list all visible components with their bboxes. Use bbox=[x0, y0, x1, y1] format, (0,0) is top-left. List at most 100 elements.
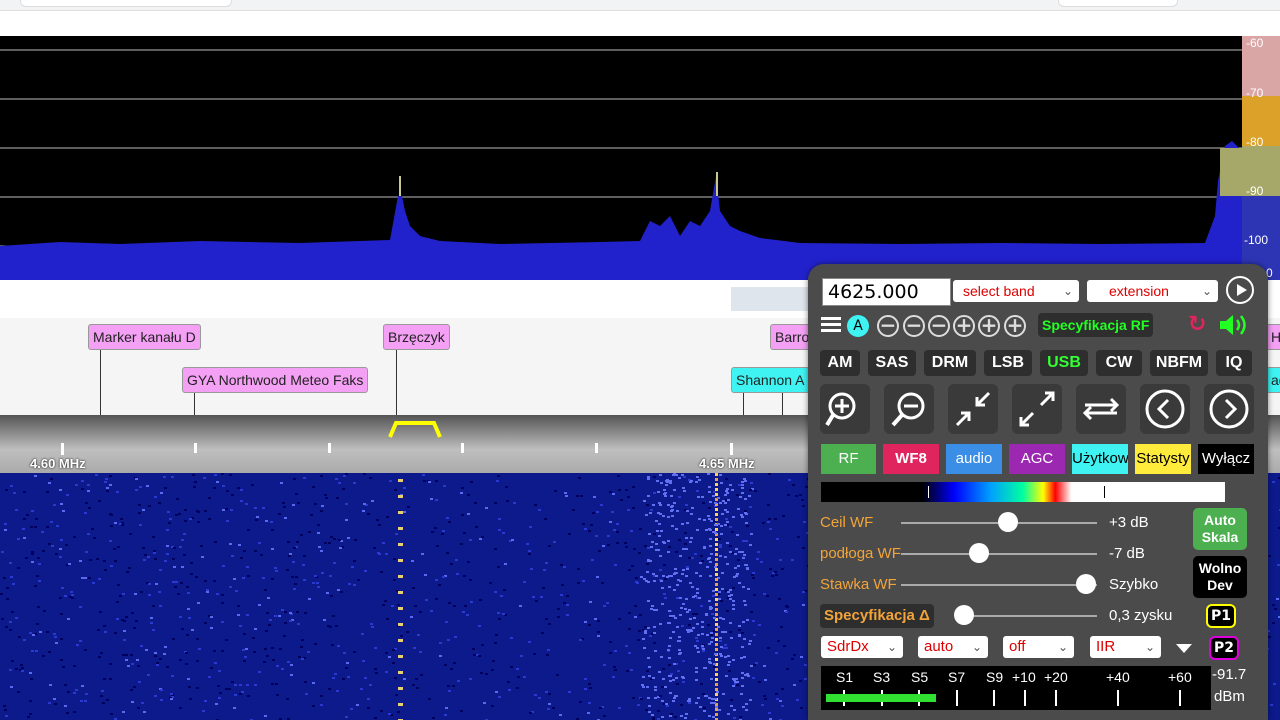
zoom-max-in-button[interactable] bbox=[948, 384, 998, 434]
mode-am[interactable]: AM bbox=[820, 350, 860, 376]
marker-label[interactable]: H bbox=[1266, 324, 1280, 350]
mode-iq[interactable]: IQ bbox=[1216, 350, 1252, 376]
floor-wf-slider-thumb[interactable] bbox=[969, 543, 989, 563]
waterfall-pixel bbox=[282, 502, 285, 504]
spec-delta-slider-thumb[interactable] bbox=[954, 605, 974, 625]
page-right-button[interactable] bbox=[1204, 384, 1254, 434]
tab-stats[interactable]: Statysty bbox=[1135, 444, 1191, 474]
tab-audio[interactable]: audio bbox=[946, 444, 1002, 474]
extension-dropdown[interactable]: extension ⌄ bbox=[1087, 280, 1218, 302]
iir-select[interactable]: IIR ⌄ bbox=[1090, 636, 1161, 658]
waterfall-pixel bbox=[295, 576, 298, 578]
slow-dev-button[interactable]: Wolno Dev bbox=[1193, 556, 1247, 598]
dbm-unit: dBm bbox=[1214, 688, 1245, 705]
auto-select[interactable]: auto ⌄ bbox=[918, 636, 988, 658]
spectrum-rf-button[interactable]: Specyfikacja RF bbox=[1038, 313, 1154, 337]
mode-drm[interactable]: DRM bbox=[924, 350, 976, 376]
marker-label[interactable]: Marker kanału D bbox=[88, 324, 201, 350]
zoom-plus-icon[interactable]: + bbox=[953, 315, 975, 337]
zoom-band-button[interactable] bbox=[1076, 384, 1126, 434]
zoom-out-button[interactable] bbox=[884, 384, 934, 434]
menu-icon[interactable] bbox=[821, 317, 841, 333]
off-select[interactable]: off ⌄ bbox=[1003, 636, 1074, 658]
tab-rf[interactable]: RF bbox=[821, 444, 876, 474]
waterfall-pixel bbox=[156, 662, 159, 664]
rate-wf-slider-thumb[interactable] bbox=[1076, 574, 1096, 594]
waterfall-pixel bbox=[430, 498, 433, 500]
waterfall-pixel bbox=[382, 542, 385, 544]
passband-indicator[interactable] bbox=[386, 417, 446, 441]
waterfall-pixel bbox=[792, 484, 795, 486]
waterfall-pixel bbox=[714, 698, 717, 700]
waterfall-pixel bbox=[456, 573, 459, 575]
spec-delta-slider[interactable] bbox=[958, 615, 1097, 617]
marker-label[interactable]: GYA Northwood Meteo Faks bbox=[182, 367, 369, 393]
waterfall-pixel bbox=[764, 698, 767, 700]
floor-wf-slider[interactable] bbox=[901, 553, 1097, 555]
tab-off[interactable]: Wyłącz bbox=[1198, 444, 1254, 474]
waterfall-pixel bbox=[278, 615, 281, 617]
spectrum-display[interactable]: -60 -70 -80 -90 -100 0 bbox=[0, 36, 1280, 280]
preset-p1-button[interactable]: P1 bbox=[1206, 604, 1236, 628]
waterfall-pixel bbox=[67, 691, 70, 693]
auto-scale-button[interactable]: Auto Skala bbox=[1193, 508, 1247, 550]
marker-label[interactable]: ad bbox=[1266, 367, 1280, 393]
waterfall-pixel bbox=[620, 499, 623, 501]
mode-cw[interactable]: CW bbox=[1096, 350, 1142, 376]
waterfall-pixel bbox=[143, 559, 146, 561]
spec-delta-button[interactable]: Specyfikacja Δ bbox=[820, 604, 934, 628]
iir-select-value: IIR bbox=[1096, 638, 1116, 655]
waterfall-pixel bbox=[216, 593, 219, 595]
caret-down-icon[interactable] bbox=[1176, 644, 1192, 653]
tab-agc[interactable]: AGC bbox=[1009, 444, 1065, 474]
tab-wf[interactable]: WF8 bbox=[883, 444, 939, 474]
rate-wf-slider[interactable] bbox=[901, 584, 1097, 586]
ceil-wf-slider-thumb[interactable] bbox=[998, 512, 1018, 532]
waterfall-pixel bbox=[662, 678, 665, 680]
waterfall-pixel bbox=[18, 636, 21, 638]
marker-label[interactable]: Brzęczyk bbox=[383, 324, 450, 350]
zoom-plus-icon[interactable]: + bbox=[1004, 315, 1026, 337]
tab-users[interactable]: Użytkow bbox=[1072, 444, 1128, 474]
speaker-icon[interactable] bbox=[1218, 312, 1252, 338]
waterfall-pixel bbox=[707, 515, 710, 517]
preset-p2-button[interactable]: P2 bbox=[1209, 636, 1239, 660]
waterfall-pixel bbox=[802, 604, 805, 606]
waterfall-pixel bbox=[782, 515, 785, 517]
waterfall-pixel bbox=[154, 652, 157, 654]
waterfall-pixel bbox=[131, 701, 134, 703]
zoom-minus-icon[interactable]: − bbox=[903, 315, 925, 337]
zoom-plus-icon[interactable]: + bbox=[978, 315, 1000, 337]
waterfall-pixel bbox=[158, 591, 161, 593]
browser-tab[interactable] bbox=[1058, 0, 1178, 7]
zoom-max-out-button[interactable] bbox=[1012, 384, 1062, 434]
waterfall-pixel bbox=[715, 706, 718, 708]
waterfall-pixel bbox=[693, 617, 696, 619]
waterfall-pixel bbox=[4, 523, 7, 525]
page-left-button[interactable] bbox=[1140, 384, 1190, 434]
waterfall-pixel bbox=[392, 649, 395, 651]
zoom-minus-icon[interactable]: − bbox=[877, 315, 899, 337]
marker-label[interactable]: Shannon A bbox=[731, 367, 810, 393]
play-icon[interactable] bbox=[1226, 276, 1254, 304]
waterfall-pixel bbox=[645, 709, 648, 711]
mode-lsb[interactable]: LSB bbox=[984, 350, 1032, 376]
waterfall-pixel bbox=[736, 573, 739, 575]
mode-nbfm[interactable]: NBFM bbox=[1150, 350, 1208, 376]
mode-sas[interactable]: SAS bbox=[868, 350, 916, 376]
waterfall-pixel bbox=[1272, 481, 1275, 483]
waterfall-pixel bbox=[89, 559, 92, 561]
waterfall-pixel bbox=[710, 553, 713, 555]
sdrdx-select[interactable]: SdrDx ⌄ bbox=[821, 636, 903, 658]
zoom-in-button[interactable] bbox=[820, 384, 870, 434]
vfo-a-badge[interactable]: A bbox=[847, 315, 869, 337]
waterfall-signal-trace bbox=[715, 623, 718, 626]
mode-usb[interactable]: USB bbox=[1040, 350, 1088, 376]
zoom-minus-icon[interactable]: − bbox=[928, 315, 950, 337]
waterfall-pixel bbox=[1270, 704, 1273, 706]
browser-tab[interactable] bbox=[20, 0, 232, 7]
waterfall-pixel bbox=[491, 669, 494, 671]
select-band-dropdown[interactable]: select band ⌄ bbox=[953, 280, 1079, 302]
frequency-input[interactable]: 4625.000 bbox=[822, 278, 951, 306]
reload-icon[interactable]: ↻ bbox=[1188, 314, 1206, 336]
